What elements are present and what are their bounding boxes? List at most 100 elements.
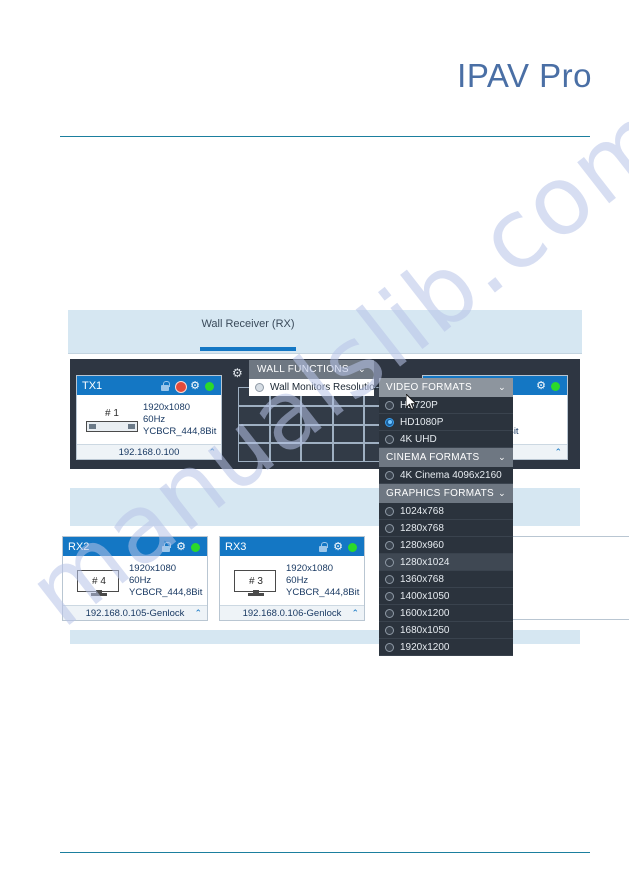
- wall-grid-cell[interactable]: [332, 405, 365, 425]
- section-header-video-formats[interactable]: VIDEO FORMATS ⌄: [379, 378, 513, 397]
- menu-item-wall-monitors-resolutions[interactable]: Wall Monitors Resolutions: [249, 379, 385, 396]
- radio-icon[interactable]: [385, 625, 394, 635]
- device-colorspace: YCBCR_444,8Bit: [143, 425, 217, 437]
- device-card-body: # 4 1920x1080 60Hz YCBCR_444,8Bit: [63, 556, 207, 605]
- radio-icon[interactable]: [385, 540, 394, 550]
- wall-grid-cell[interactable]: [269, 443, 302, 462]
- chevron-down-icon[interactable]: ⌄: [358, 364, 366, 375]
- device-colorspace: YCBCR_444,8Bit: [286, 586, 360, 598]
- device-card-tx1[interactable]: TX1 ⚙ # 1 1920x1080 60Hz YCBCR_444,8Bit …: [76, 375, 222, 460]
- section-header-graphics-formats[interactable]: GRAPHICS FORMATS ⌄: [379, 484, 513, 503]
- record-icon[interactable]: [174, 380, 187, 393]
- section-label: CINEMA FORMATS: [386, 452, 480, 463]
- device-card-rx3[interactable]: RX3 ⚙ # 3 1920x1080 60Hz YCBCR_444,8Bit …: [219, 536, 365, 621]
- menu-item-1680x1050[interactable]: 1680x1050: [379, 622, 513, 639]
- gear-icon[interactable]: ⚙: [535, 380, 547, 392]
- wall-grid-cell[interactable]: [238, 424, 270, 444]
- menu-item-4k-cinema[interactable]: 4K Cinema 4096x2160: [379, 467, 513, 484]
- chevron-down-icon[interactable]: ⌄: [498, 488, 506, 499]
- application-screenshot: Wall Receiver (RX) ⚙ TX1 ⚙ # 1 1920x1080: [62, 310, 629, 665]
- menu-item-4k-uhd[interactable]: 4K UHD: [379, 431, 513, 448]
- gear-icon[interactable]: ⚙: [189, 380, 201, 392]
- lock-icon[interactable]: [159, 380, 171, 392]
- resolution-formats-dropdown[interactable]: VIDEO FORMATS ⌄ HD720P HD1080P 4K UHD CI…: [379, 378, 513, 656]
- wall-monitor-grid[interactable]: [238, 387, 396, 462]
- radio-icon[interactable]: [385, 523, 394, 533]
- radio-icon[interactable]: [385, 400, 394, 410]
- wall-grid-cell[interactable]: [332, 443, 365, 462]
- menu-item-1280x768[interactable]: 1280x768: [379, 520, 513, 537]
- device-card-header: RX2 ⚙: [63, 537, 207, 556]
- section-label: GRAPHICS FORMATS: [386, 488, 494, 499]
- device-refresh: 60Hz: [286, 574, 309, 586]
- menu-item-1280x960[interactable]: 1280x960: [379, 537, 513, 554]
- status-led-icon: [347, 541, 359, 553]
- wall-grid-cell[interactable]: [301, 443, 333, 462]
- device-card-footer[interactable]: 192.168.0.105-Genlock ⌃: [63, 605, 207, 620]
- device-refresh: 60Hz: [143, 413, 166, 425]
- menu-item-label: 1600x1200: [400, 607, 450, 619]
- wall-grid-cell[interactable]: [332, 424, 365, 444]
- menu-item-label: 1024x768: [400, 505, 444, 517]
- device-info: 1920x1080 60Hz YCBCR_444,8Bit: [286, 563, 359, 599]
- device-name: TX1: [82, 379, 103, 392]
- gear-icon[interactable]: ⚙: [175, 541, 187, 553]
- chevron-up-icon[interactable]: ⌃: [351, 608, 359, 619]
- menu-item-1360x768[interactable]: 1360x768: [379, 571, 513, 588]
- device-card-footer[interactable]: 192.168.0.100 ⌃: [77, 444, 221, 459]
- wall-functions-dropdown[interactable]: WALL FUNCTIONS ⌄ Wall Monitors Resolutio…: [249, 360, 385, 396]
- menu-item-label: Wall Monitors Resolutions: [270, 382, 386, 393]
- menu-item-label: HD1080P: [400, 416, 444, 428]
- radio-icon[interactable]: [385, 608, 394, 618]
- wall-grid-cell[interactable]: [238, 405, 270, 425]
- menu-item-1280x1024[interactable]: 1280x1024: [379, 554, 513, 571]
- menu-item-hd720p[interactable]: HD720P: [379, 397, 513, 414]
- chevron-down-icon[interactable]: ⌄: [498, 382, 506, 393]
- menu-item-1600x1200[interactable]: 1600x1200: [379, 605, 513, 622]
- device-card-body: # 1 1920x1080 60Hz YCBCR_444,8Bit: [77, 395, 221, 444]
- radio-icon[interactable]: [385, 591, 394, 601]
- lock-icon[interactable]: [317, 541, 329, 553]
- chevron-up-icon[interactable]: ⌃: [554, 447, 562, 458]
- wall-grid-cell[interactable]: [301, 405, 333, 425]
- device-ip: 192.168.0.105-Genlock: [85, 607, 185, 619]
- menu-item-label: 4K UHD: [400, 433, 437, 445]
- device-colorspace: YCBCR_444,8Bit: [129, 586, 203, 598]
- radio-icon[interactable]: [385, 574, 394, 584]
- device-card-footer[interactable]: 192.168.0.106-Genlock ⌃: [220, 605, 364, 620]
- section-header-cinema-formats[interactable]: CINEMA FORMATS ⌄: [379, 448, 513, 467]
- wall-grid-cell[interactable]: [269, 424, 302, 444]
- device-card-header: RX3 ⚙: [220, 537, 364, 556]
- radio-icon[interactable]: [385, 470, 394, 480]
- wall-gear-icon[interactable]: ⚙: [232, 366, 243, 380]
- wall-grid-cell[interactable]: [301, 424, 333, 444]
- menu-item-1024x768[interactable]: 1024x768: [379, 503, 513, 520]
- radio-icon[interactable]: [385, 557, 394, 567]
- radio-icon[interactable]: [385, 642, 394, 652]
- radio-icon[interactable]: [385, 434, 394, 444]
- chevron-up-icon[interactable]: ⌃: [208, 447, 216, 458]
- wall-functions-header[interactable]: WALL FUNCTIONS ⌄: [249, 360, 374, 379]
- chevron-down-icon[interactable]: ⌄: [498, 452, 506, 463]
- menu-item-label: 1400x1050: [400, 590, 450, 602]
- wall-grid-cell[interactable]: [238, 443, 270, 462]
- gear-icon[interactable]: ⚙: [332, 541, 344, 553]
- status-led-icon: [190, 541, 202, 553]
- menu-item-1400x1050[interactable]: 1400x1050: [379, 588, 513, 605]
- wall-grid-cell[interactable]: [269, 405, 302, 425]
- device-info: 1920x1080 60Hz YCBCR_444,8Bit: [129, 563, 202, 599]
- device-card-empty-slot[interactable]: [508, 536, 629, 620]
- chevron-up-icon[interactable]: ⌃: [194, 608, 202, 619]
- device-card-rx2[interactable]: RX2 ⚙ # 4 1920x1080 60Hz YCBCR_444,8Bit …: [62, 536, 208, 621]
- device-resolution: 1920x1080: [129, 562, 177, 574]
- tab-bar: Wall Receiver (RX): [68, 310, 582, 354]
- radio-icon-selected[interactable]: [385, 417, 394, 427]
- menu-item-1920x1200[interactable]: 1920x1200: [379, 639, 513, 656]
- device-thumbnail: # 3: [224, 569, 286, 596]
- radio-icon[interactable]: [255, 383, 264, 392]
- menu-item-hd1080p[interactable]: HD1080P: [379, 414, 513, 431]
- radio-icon[interactable]: [385, 506, 394, 516]
- lock-icon[interactable]: [160, 541, 172, 553]
- tab-wall-receiver-rx[interactable]: Wall Receiver (RX): [200, 318, 296, 330]
- device-ip: 192.168.0.106-Genlock: [242, 607, 342, 619]
